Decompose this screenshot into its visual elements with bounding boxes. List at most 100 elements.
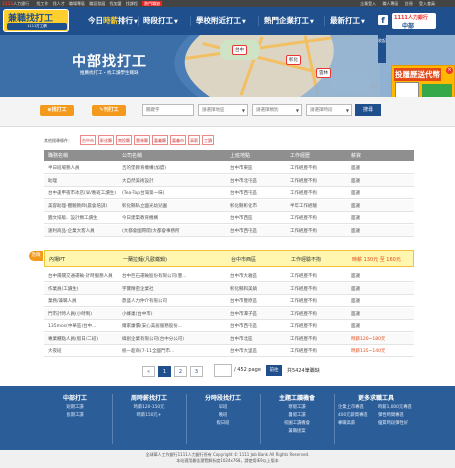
job-title[interactable]: 半日班場務人員 xyxy=(48,165,80,171)
col-location[interactable]: 上班地點 xyxy=(230,152,250,159)
footer-link[interactable]: 寒假工讀 xyxy=(262,404,332,410)
table-row-featured[interactable]: 內場PT 一蘭拉麵(凡歐鐵鍋) 台中市西區 工作經驗不拘 時薪 130元 至 1… xyxy=(44,250,414,267)
nav-popular-companies[interactable]: 熱門企業打工▼ xyxy=(264,15,314,26)
footer-link[interactable]: 暑假工讀 xyxy=(262,412,332,418)
login-link[interactable]: 登入會員 xyxy=(419,1,435,6)
map-pin-changhua[interactable]: 彰化 xyxy=(286,55,301,65)
company-name[interactable]: 一蘭拉麵(凡歐鐵鍋) xyxy=(123,256,167,263)
category-select[interactable]: 請選擇類別 ▼ xyxy=(252,104,302,116)
area-select[interactable]: 請選擇地區 ▼ xyxy=(198,104,248,116)
filter-chip[interactable]: 雲林縣 xyxy=(134,135,150,145)
page-button[interactable]: 2 xyxy=(174,366,187,377)
page-button[interactable]: 3 xyxy=(190,366,203,377)
brand-1111[interactable]: 1111人力銀行 xyxy=(2,1,32,6)
close-icon[interactable]: × xyxy=(446,67,453,74)
nav-time-slot[interactable]: 時段打工▼ xyxy=(143,15,178,26)
footer-link[interactable]: 假日班 xyxy=(188,420,258,426)
facebook-icon[interactable]: f xyxy=(378,15,388,25)
company-name[interactable]: 小蜂巢(台中市) xyxy=(122,311,153,317)
company-name[interactable]: 彰化縣私立國光幼兒園 xyxy=(122,203,167,209)
table-row[interactable]: 業務/兼職人員 鼎盛人力仲介有限公司 台中市豐原區 工作經歷不拘 面議 xyxy=(44,295,414,308)
job-title[interactable]: 門市計時人員(小時制) xyxy=(48,311,92,317)
company-name[interactable]: 宇寶精密企業社 xyxy=(122,286,154,292)
top-link[interactable]: 職場專區 xyxy=(69,1,85,6)
keyword-input[interactable]: 關鍵字 xyxy=(142,104,194,116)
job-title[interactable]: 台中陽關交通運輸-計時服務人員 xyxy=(48,273,113,279)
top-link[interactable]: 找工作 xyxy=(36,1,48,6)
company-name[interactable]: 今日建築教育機構 xyxy=(122,215,158,221)
company-name[interactable]: 統一超商(7-11全國門市... xyxy=(122,348,174,354)
company-name[interactable]: 緯創企業有限公司(台中分公司) xyxy=(122,336,184,342)
footer-link[interactable]: 優質時段彈性好 xyxy=(378,420,416,426)
table-row[interactable]: 門市計時人員(小時制) 小蜂巢(台中市) 台中市潭子區 工作經歷不拘 面議 xyxy=(44,307,414,320)
footer-link[interactable]: 彈性時間專區 xyxy=(378,412,416,418)
top-link[interactable]: 找課程 xyxy=(126,1,138,6)
job-title[interactable]: 助理 xyxy=(48,178,57,184)
filter-chip[interactable]: 嘉義市 xyxy=(170,135,186,145)
table-row[interactable]: 圖文排版、設計類工讀生 今日建築教育機構 台中市西區 工作經歷不拘 面議 xyxy=(44,212,414,225)
find-job-button[interactable]: ⊕找打工 xyxy=(40,105,74,116)
map-pin-yunlin[interactable]: 雲林 xyxy=(316,68,331,78)
company-name[interactable]: 大自然美術設計 xyxy=(122,178,154,184)
table-row[interactable]: 135mos(中華區)台中... 爾家廉價(安心美居服務股份... 台中市西屯區 工作… xyxy=(44,320,414,333)
nav-hourly-ranking[interactable]: 今日時薪排行▼ xyxy=(88,15,138,26)
collapse-ad-button[interactable]: 收起 xyxy=(378,35,386,63)
page-button[interactable]: 1 xyxy=(158,366,171,377)
filter-chip[interactable]: 台中市 xyxy=(80,135,96,145)
col-job-title[interactable]: 職務名稱 xyxy=(48,152,68,159)
table-row[interactable]: 作業員(工讀生) 宇寶精密企業社 彰化縣和美鎮 工作經歷不拘 面議 xyxy=(44,282,414,295)
footer-link[interactable]: 短期工讀 xyxy=(40,404,110,410)
filter-chip[interactable]: 工讀 xyxy=(202,135,214,145)
footer-link[interactable]: 兼職接案 xyxy=(262,428,332,434)
job-title[interactable]: 業務/兼職人員 xyxy=(48,298,77,304)
filter-chip[interactable]: 南投縣 xyxy=(116,135,132,145)
table-row[interactable]: 美容助理-體驗教師(晨會培訓) 彰化縣私立國光幼兒園 彰化縣彰化市 半年工作經驗 面議 xyxy=(44,199,414,212)
post-job-button[interactable]: ✎刊打工 xyxy=(92,105,126,116)
filter-chip[interactable]: 嘉義縣 xyxy=(152,135,168,145)
job-title[interactable]: 台中逢甲夜市冰店(早/晚班工讀生) xyxy=(48,190,116,196)
footer-link[interactable]: 專職高薪 xyxy=(338,420,378,426)
member-zone-link[interactable]: 職人專區 xyxy=(382,1,398,6)
job-title[interactable]: 作業員(工讀生) xyxy=(48,286,79,292)
footer-link[interactable]: 校園工讀機會 xyxy=(262,420,332,426)
employer-login-link[interactable]: 企業登入 xyxy=(360,1,376,6)
prev-page-button[interactable]: « xyxy=(142,366,155,377)
hot-jobs-link[interactable]: 熱門職缺 xyxy=(142,1,163,6)
table-row[interactable]: 台中陽關交通運輸-計時服務人員 台中巨石運輸股份有限公司(豐... 台中市大雅區 工作… xyxy=(44,270,414,283)
col-experience[interactable]: 工作經歷 xyxy=(290,152,310,159)
table-row[interactable]: 大夜班 統一超商(7-11全國門市... 台中市大里區 工作經歷不拘 時薪135~140… xyxy=(44,345,414,358)
col-company[interactable]: 公司名稱 xyxy=(122,152,142,159)
nav-near-school[interactable]: 學校附近打工▼ xyxy=(196,15,246,26)
top-link[interactable]: 找人才 xyxy=(53,1,65,6)
job-title[interactable]: 大夜班 xyxy=(48,348,62,354)
job-title[interactable]: 135mos(中華區)台中... xyxy=(48,323,96,329)
table-row[interactable]: 專業櫃點人員(假日/二班) 緯創企業有限公司(台中分公司) 台中市北區 工作經歷不拘 時… xyxy=(44,332,414,345)
map-pin-taichung[interactable]: 台中 xyxy=(232,45,247,55)
footer-link[interactable]: 長期工讀 xyxy=(40,412,110,418)
company-name[interactable]: 台中巨石運輸股份有限公司(豐... xyxy=(122,273,187,279)
table-row[interactable]: 遠利商品-企業大客人員 (大都會國際開)大都會事務所 台中市西屯區 工作經歷不拘 面議 xyxy=(44,224,414,237)
filter-chip[interactable]: 彰化縣 xyxy=(98,135,114,145)
company-name[interactable]: (大都會國際開)大都會事務所 xyxy=(122,228,180,234)
company-name[interactable]: (Tea-Top台灣第一味) xyxy=(122,190,164,196)
nav-latest[interactable]: 最新打工▼ xyxy=(330,15,365,26)
page-number-input[interactable] xyxy=(214,364,232,377)
footer-link[interactable]: 時薪120-150元 xyxy=(114,404,184,410)
filter-chip[interactable]: 高薪 xyxy=(188,135,200,145)
table-row[interactable]: 助理 大自然美術設計 台中市北屯區 工作經歷不拘 面議 xyxy=(44,174,414,187)
register-link[interactable]: 註冊 xyxy=(405,1,413,6)
table-row[interactable]: 半日班場務人員 吉的堡教育機構(加盟) 台中市東區 工作經歷不拘 面議 xyxy=(44,162,414,175)
footer-link[interactable]: 400元薪資專區 xyxy=(338,412,378,418)
table-row[interactable]: 台中逢甲夜市冰店(早/晚班工讀生) (Tea-Top台灣第一味) 台中市西屯區 工作經… xyxy=(44,187,414,200)
company-name[interactable]: 爾家廉價(安心美居服務股份... xyxy=(122,323,182,329)
top-link[interactable]: 職涯發展 xyxy=(89,1,105,6)
job-title[interactable]: 圖文排版、設計類工讀生 xyxy=(48,215,98,221)
footer-link[interactable]: 企業上市專區 xyxy=(338,404,378,410)
time-select[interactable]: 請選擇時段 ▼ xyxy=(306,104,352,116)
company-name[interactable]: 鼎盛人力仲介有限公司 xyxy=(122,298,167,304)
job-title[interactable]: 專業櫃點人員(假日/二班) xyxy=(48,336,98,342)
job-title[interactable]: 美容助理-體驗教師(晨會培訓) xyxy=(48,203,107,209)
footer-link[interactable]: 晚班 xyxy=(188,412,258,418)
job-title[interactable]: 遠利商品-企業大客人員 xyxy=(48,228,95,234)
go-page-button[interactable]: 前往 xyxy=(266,365,282,376)
